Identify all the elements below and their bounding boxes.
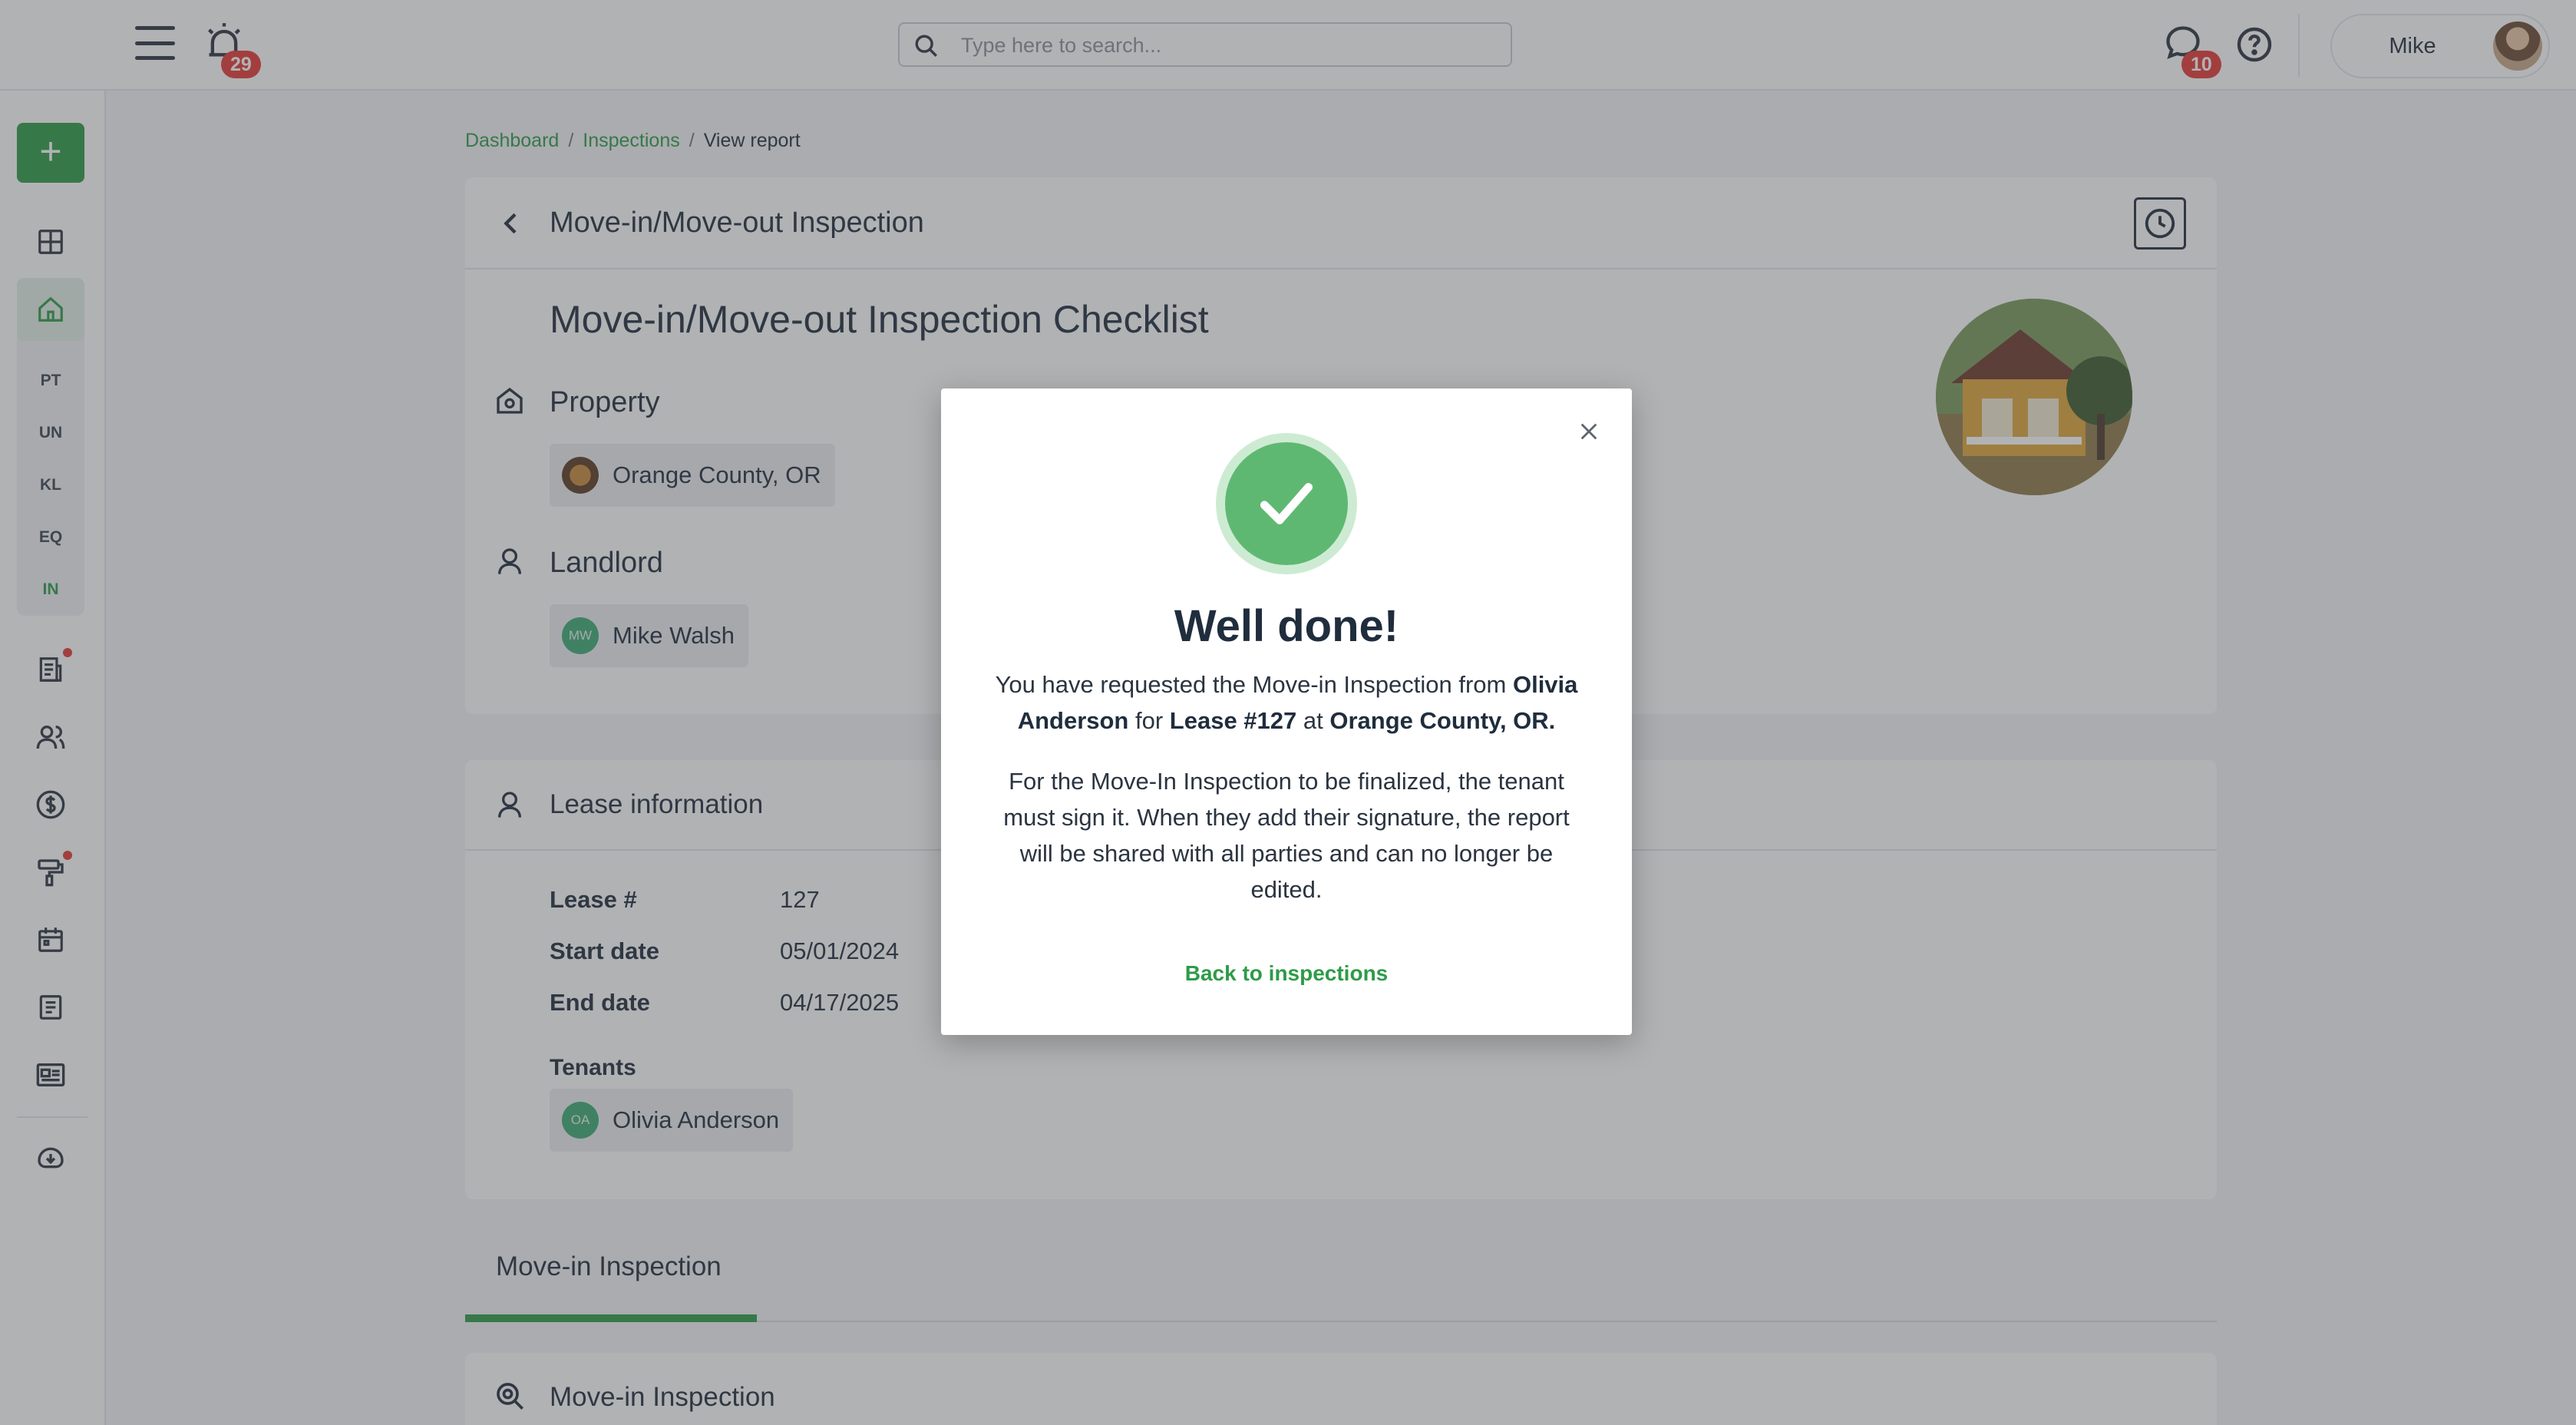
summary-property: Orange County, OR. (1329, 707, 1556, 734)
success-dialog: Well done! You have requested the Move-i… (941, 388, 1632, 1035)
dialog-summary: You have requested the Move-in Inspectio… (987, 666, 1586, 739)
summary-text: at (1296, 707, 1330, 734)
success-circle (1225, 442, 1348, 565)
summary-text: You have requested the Move-in Inspectio… (995, 671, 1513, 698)
close-icon[interactable] (1574, 416, 1604, 447)
dialog-details: For the Move-In Inspection to be finaliz… (1003, 768, 1570, 903)
summary-lease: Lease #127 (1169, 707, 1297, 734)
back-to-inspections-link[interactable]: Back to inspections (941, 961, 1632, 986)
dialog-heading: Well done! (1174, 601, 1399, 651)
summary-text: for (1128, 707, 1170, 734)
success-check-icon (1216, 433, 1357, 574)
